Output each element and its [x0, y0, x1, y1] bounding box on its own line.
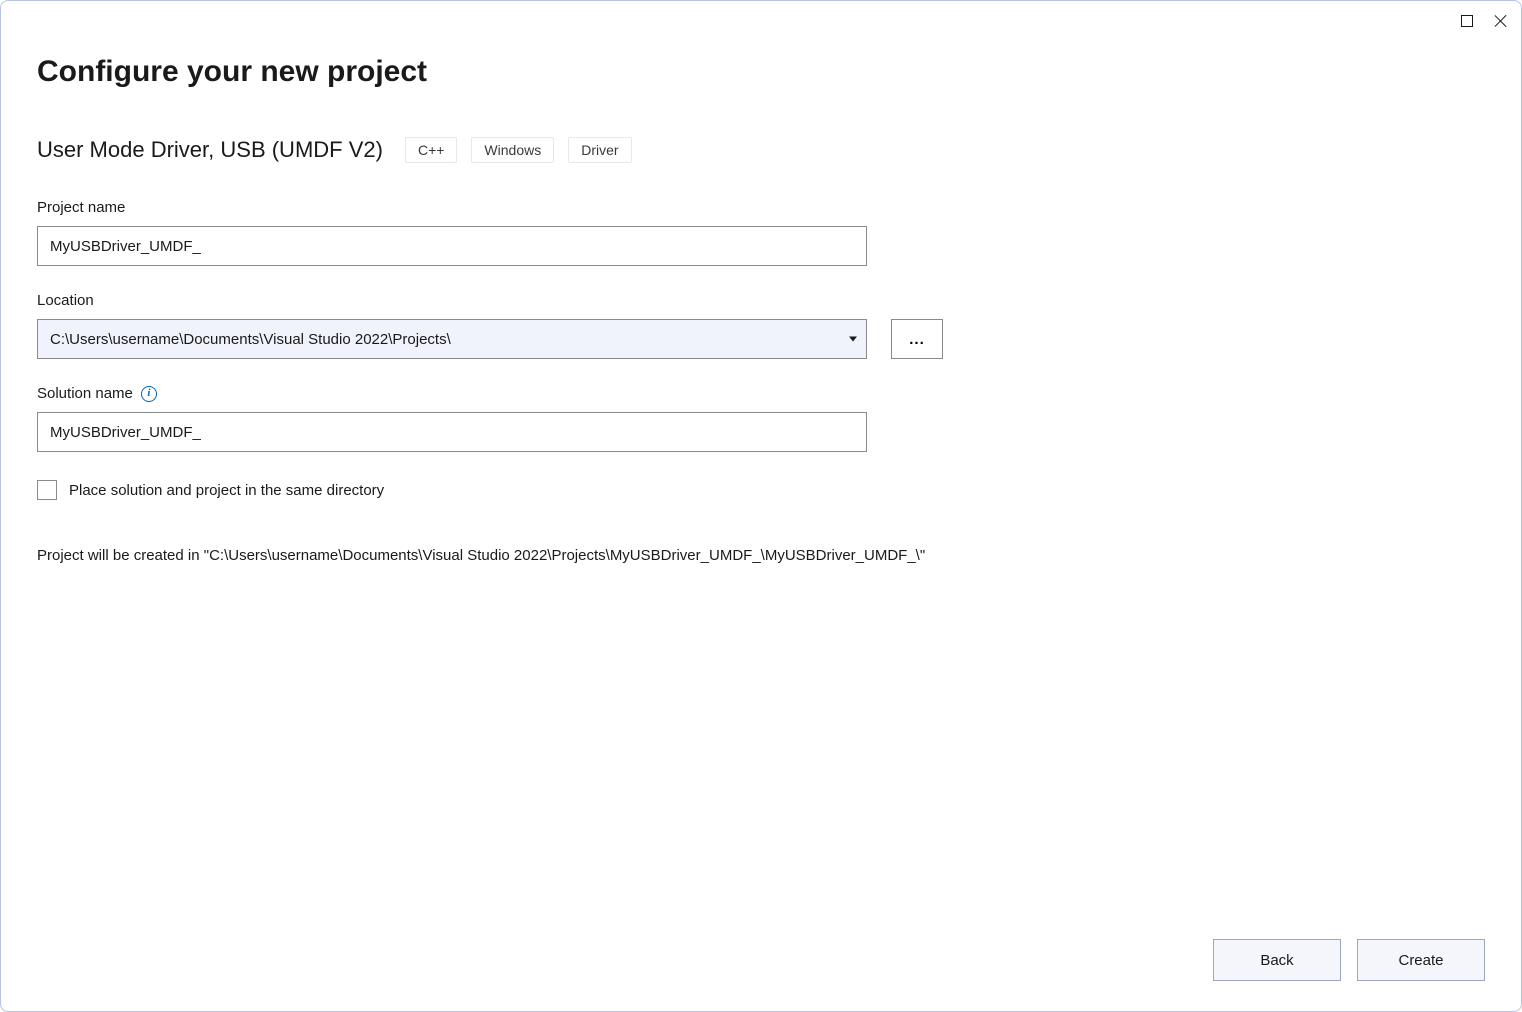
project-name-group: Project name — [37, 199, 1485, 266]
back-button[interactable]: Back — [1213, 939, 1341, 981]
maximize-icon — [1461, 15, 1473, 27]
location-input[interactable] — [37, 319, 867, 359]
tag-windows: Windows — [471, 137, 554, 163]
same-directory-row: Place solution and project in the same d… — [37, 480, 1485, 500]
solution-name-input[interactable] — [37, 412, 867, 452]
tag-driver: Driver — [568, 137, 631, 163]
close-icon — [1494, 14, 1508, 28]
footer: Back Create — [1, 919, 1521, 1011]
solution-name-group: Solution name i — [37, 385, 1485, 452]
tag-cpp: C++ — [405, 137, 457, 163]
project-name-input[interactable] — [37, 226, 867, 266]
titlebar — [1, 1, 1521, 41]
project-path-info: Project will be created in "C:\Users\use… — [37, 544, 937, 568]
project-name-label: Project name — [37, 199, 1485, 216]
browse-button[interactable]: ... — [891, 319, 943, 359]
template-row: User Mode Driver, USB (UMDF V2) C++ Wind… — [37, 137, 1485, 163]
close-button[interactable] — [1493, 13, 1509, 29]
content-area: Configure your new project User Mode Dri… — [1, 41, 1521, 919]
location-combo[interactable] — [37, 319, 867, 359]
maximize-button[interactable] — [1459, 13, 1475, 29]
page-title: Configure your new project — [37, 55, 1485, 89]
location-row: ... — [37, 319, 1485, 359]
solution-name-label: Solution name i — [37, 385, 1485, 402]
same-directory-checkbox[interactable] — [37, 480, 57, 500]
template-tags: C++ Windows Driver — [405, 137, 632, 163]
dialog-window: Configure your new project User Mode Dri… — [0, 0, 1522, 1012]
create-button[interactable]: Create — [1357, 939, 1485, 981]
info-icon[interactable]: i — [141, 386, 157, 402]
location-label: Location — [37, 292, 1485, 309]
template-name: User Mode Driver, USB (UMDF V2) — [37, 137, 383, 163]
same-directory-label: Place solution and project in the same d… — [69, 482, 384, 499]
location-group: Location ... — [37, 292, 1485, 359]
solution-name-label-text: Solution name — [37, 385, 133, 402]
